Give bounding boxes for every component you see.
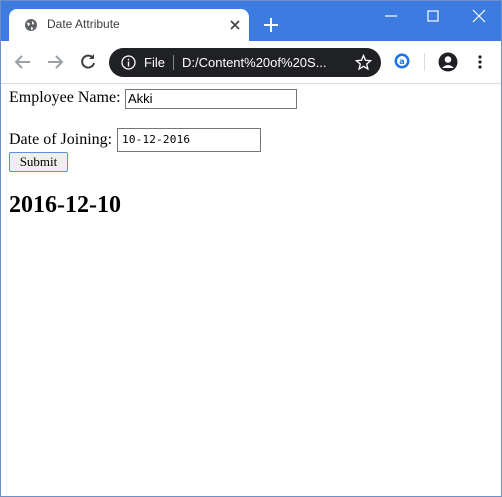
maximize-icon[interactable] xyxy=(424,7,442,25)
svg-text:a: a xyxy=(399,57,404,66)
back-icon[interactable] xyxy=(14,53,32,71)
toolbar-divider xyxy=(424,53,425,71)
browser-toolbar: File D:/Content%20of%20S... xyxy=(1,41,501,84)
omnibox-divider xyxy=(173,55,174,70)
tab-date-attribute[interactable]: Date Attribute xyxy=(9,9,249,41)
submit-button[interactable]: Submit xyxy=(9,152,68,172)
close-icon[interactable] xyxy=(227,17,243,33)
date-of-joining-input[interactable]: 10-12-2016 xyxy=(117,128,261,152)
employee-name-label: Employee Name: xyxy=(9,89,121,106)
url-scheme-label: File xyxy=(144,55,165,70)
forward-icon[interactable] xyxy=(46,53,64,71)
result-date: 2016-12-10 xyxy=(9,192,121,218)
profile-icon[interactable] xyxy=(438,52,458,72)
info-icon[interactable] xyxy=(121,55,136,70)
tab-title: Date Attribute xyxy=(47,17,120,31)
page-content: Employee Name: Akki Date of Joining: 10-… xyxy=(1,84,501,496)
date-of-joining-label: Date of Joining: xyxy=(9,131,113,148)
employee-name-input[interactable]: Akki xyxy=(125,89,297,109)
star-icon[interactable] xyxy=(355,54,372,71)
url-text[interactable]: D:/Content%20of%20S... xyxy=(182,55,342,70)
window-close-icon[interactable] xyxy=(470,7,488,25)
plus-icon[interactable] xyxy=(263,17,279,33)
reload-icon[interactable] xyxy=(79,53,97,71)
title-bar: Date Attribute xyxy=(1,1,501,41)
browser-window: Date Attribute File D:/Content%20of%20S.… xyxy=(0,0,502,497)
address-bar[interactable]: File D:/Content%20of%20S... xyxy=(109,48,381,77)
menu-icon[interactable] xyxy=(475,54,485,70)
globe-icon xyxy=(25,19,37,31)
minimize-icon[interactable] xyxy=(382,7,400,25)
extension-icon[interactable]: a xyxy=(394,53,410,69)
